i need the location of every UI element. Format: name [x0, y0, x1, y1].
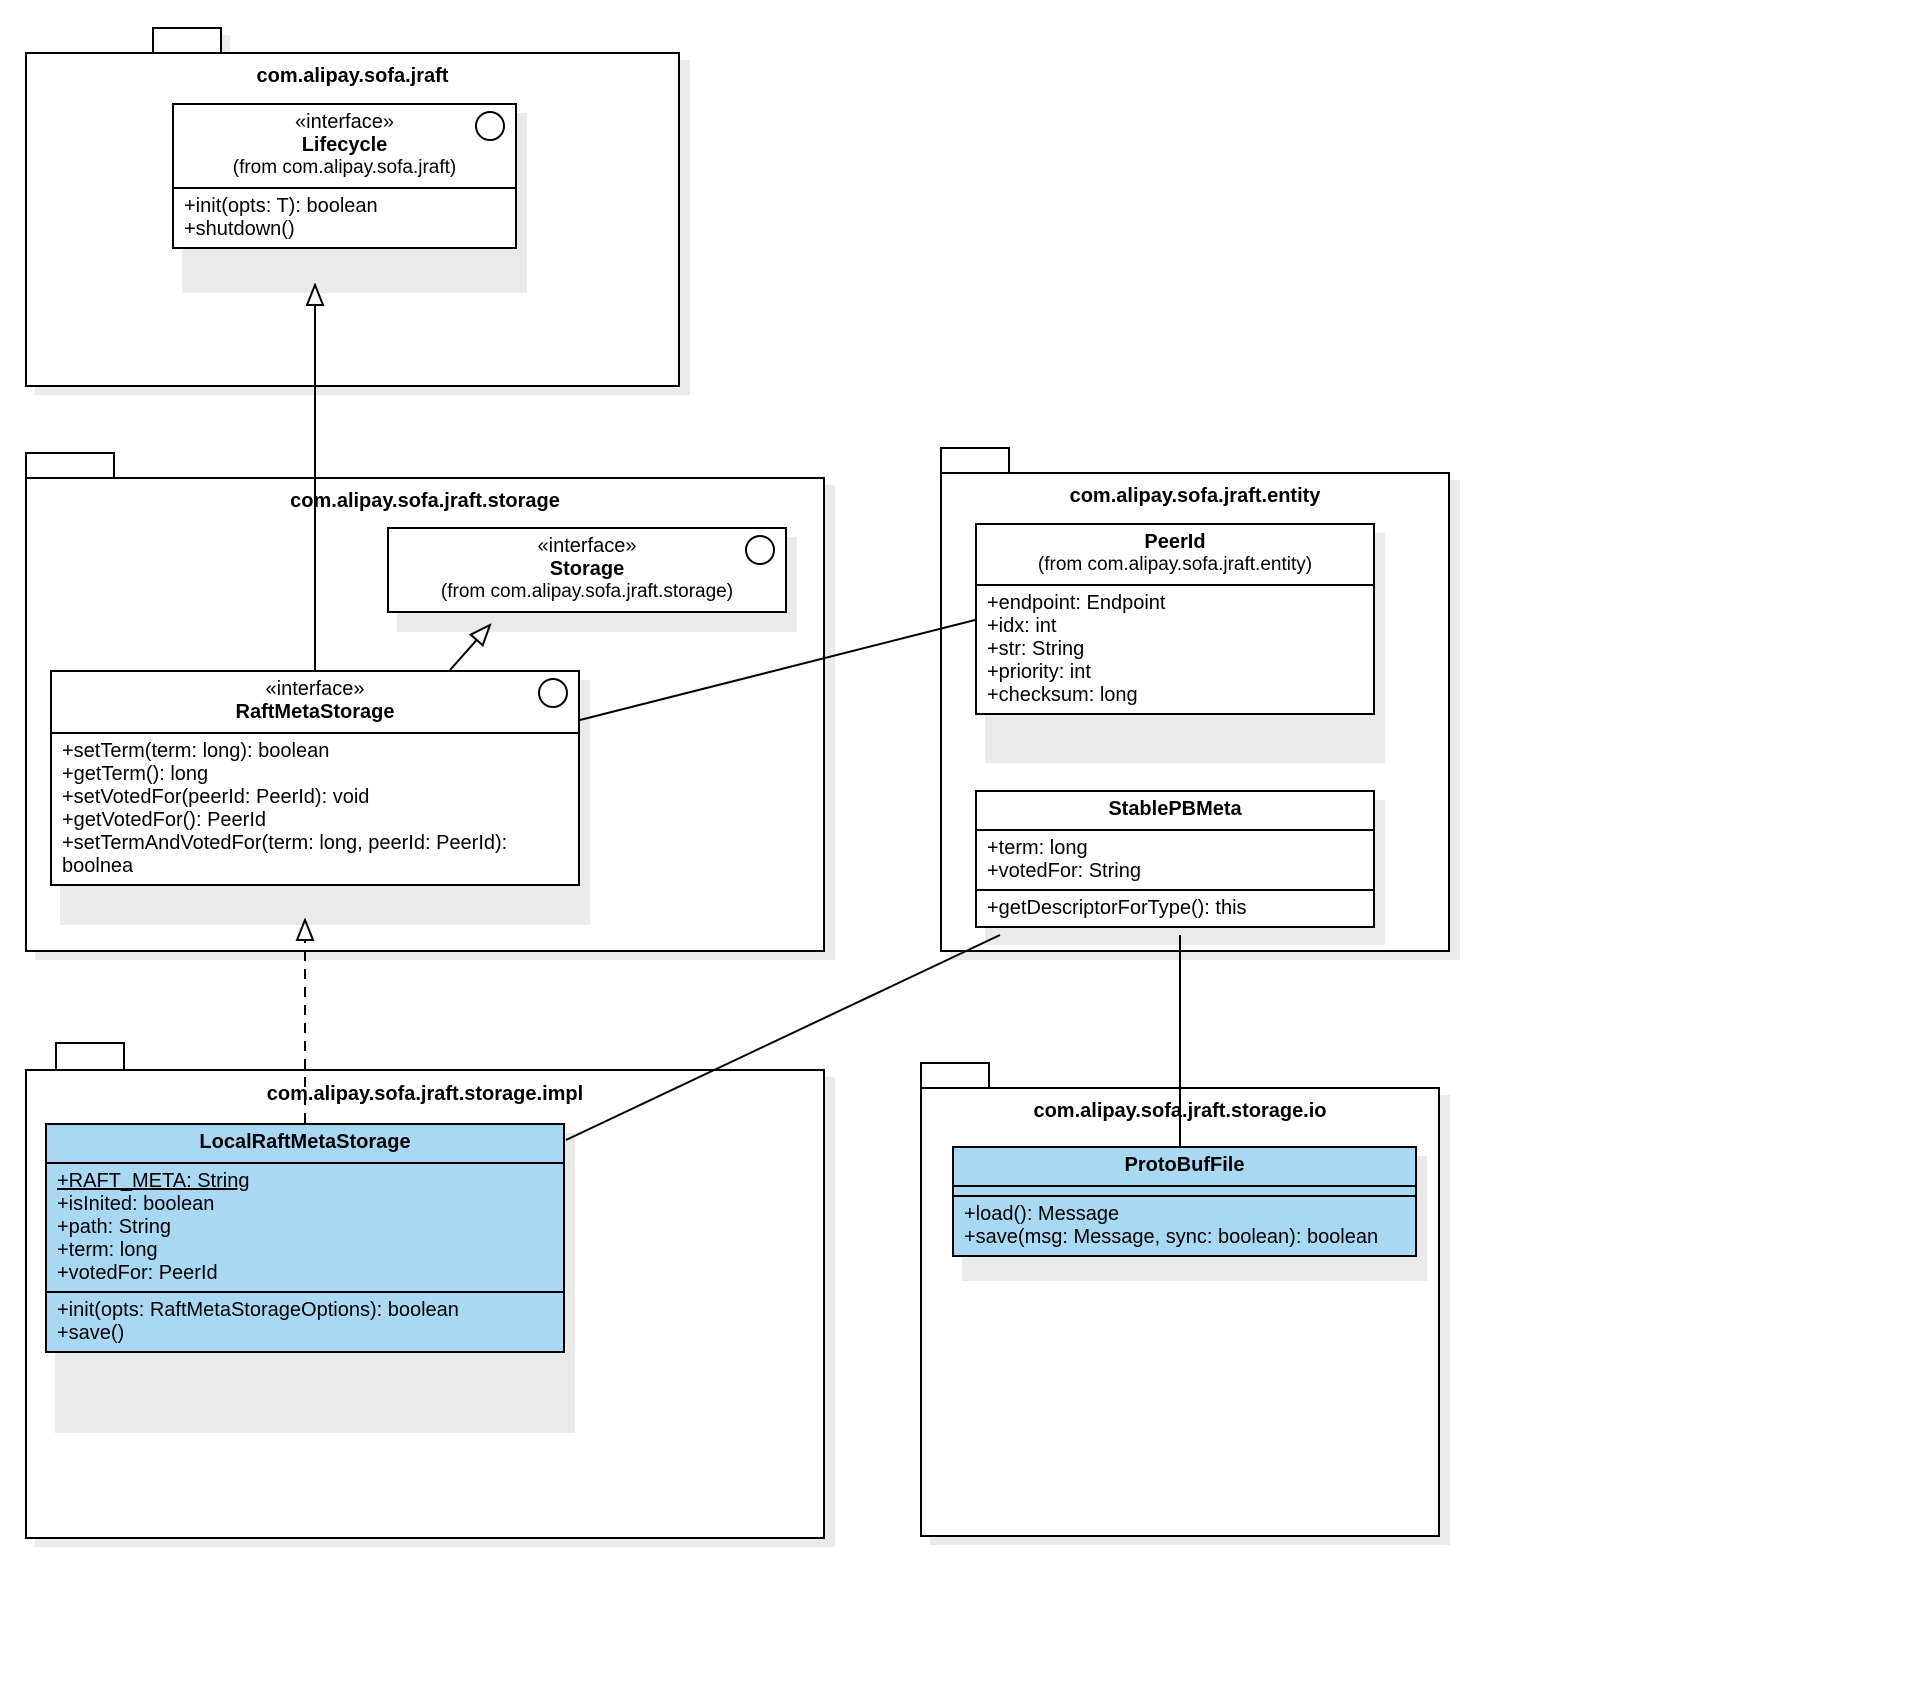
operations: +init(opts: RaftMetaStorageOptions): boo… [57, 1299, 553, 1345]
class-from: (from com.alipay.sofa.jraft) [184, 157, 505, 179]
package-tab-impl [55, 1042, 125, 1071]
attributes: +term: long +votedFor: String [987, 837, 1363, 883]
package-tab-io [920, 1062, 990, 1089]
package-title-storage: com.alipay.sofa.jraft.storage [25, 490, 825, 513]
operations: +getDescriptorForType(): this [987, 897, 1363, 920]
stereotype: «interface» [62, 678, 568, 701]
class-storage: «interface» Storage (from com.alipay.sof… [387, 527, 787, 613]
stereotype: «interface» [399, 535, 775, 558]
class-lifecycle: «interface» Lifecycle (from com.alipay.s… [172, 103, 517, 249]
class-protobuffile: ProtoBufFile +load(): Message +save(msg:… [952, 1146, 1417, 1257]
package-title-impl: com.alipay.sofa.jraft.storage.impl [25, 1083, 825, 1106]
class-localraftmetastorage: LocalRaftMetaStorage +RAFT_META: String … [45, 1123, 565, 1353]
attributes: +isInited: boolean +path: String +term: … [57, 1193, 553, 1285]
package-title-jraft: com.alipay.sofa.jraft [25, 65, 680, 88]
operations: +load(): Message +save(msg: Message, syn… [964, 1203, 1405, 1249]
class-from: (from com.alipay.sofa.jraft.entity) [987, 554, 1363, 576]
stereotype: «interface» [184, 111, 505, 134]
package-tab-jraft [152, 27, 222, 54]
class-name: ProtoBufFile [964, 1154, 1405, 1177]
class-stablepbmeta: StablePBMeta +term: long +votedFor: Stri… [975, 790, 1375, 928]
package-tab-storage [25, 452, 115, 479]
uml-canvas: com.alipay.sofa.jraft «interface» Lifecy… [0, 0, 1924, 1684]
class-name: LocalRaftMetaStorage [57, 1131, 553, 1154]
class-name: PeerId [987, 531, 1363, 554]
class-name: RaftMetaStorage [62, 701, 568, 724]
class-name: StablePBMeta [987, 798, 1363, 821]
package-title-entity: com.alipay.sofa.jraft.entity [940, 485, 1450, 508]
static-attribute: +RAFT_META: String [57, 1170, 249, 1192]
interface-icon [745, 535, 775, 565]
package-title-io: com.alipay.sofa.jraft.storage.io [920, 1100, 1440, 1123]
operations: +init(opts: T): boolean +shutdown() [184, 195, 505, 241]
interface-icon [475, 111, 505, 141]
operations: +setTerm(term: long): boolean +getTerm()… [62, 740, 568, 878]
class-peerid: PeerId (from com.alipay.sofa.jraft.entit… [975, 523, 1375, 715]
class-raftmetastorage: «interface» RaftMetaStorage +setTerm(ter… [50, 670, 580, 886]
attributes: +endpoint: Endpoint +idx: int +str: Stri… [987, 592, 1363, 707]
class-name: Lifecycle [184, 134, 505, 157]
package-tab-entity [940, 447, 1010, 474]
interface-icon [538, 678, 568, 708]
empty-attributes [954, 1187, 1415, 1197]
class-from: (from com.alipay.sofa.jraft.storage) [399, 581, 775, 603]
class-name: Storage [399, 558, 775, 581]
